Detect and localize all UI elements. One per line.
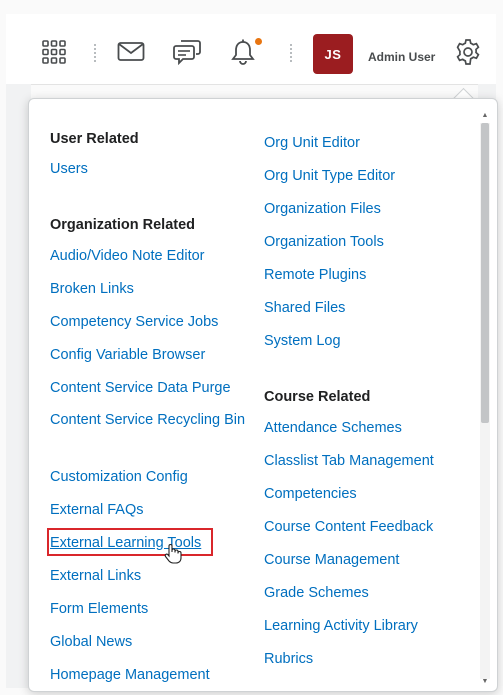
menu-link-homepage-management[interactable]: Homepage Management	[50, 665, 210, 685]
heading-user-related: User Related	[50, 131, 139, 147]
menu-link-external-links[interactable]: External Links	[50, 566, 141, 586]
apps-grid-icon[interactable]	[38, 37, 70, 67]
menu-link-customization-config[interactable]: Customization Config	[50, 467, 188, 487]
menu-link-content-service-data-purge[interactable]: Content Service Data Purge	[50, 378, 231, 398]
menu-scrollbar-thumb[interactable]	[481, 123, 489, 423]
menu-link-external-faqs[interactable]: External FAQs	[50, 500, 143, 520]
menu-link-organization-tools[interactable]: Organization Tools	[264, 232, 384, 252]
menu-link-attendance-schemes[interactable]: Attendance Schemes	[264, 418, 402, 438]
gear-icon[interactable]	[452, 37, 484, 67]
menu-link-users[interactable]: Users	[50, 159, 88, 179]
admin-tools-dropdown: User Related Users Organization Related …	[28, 98, 498, 692]
scroll-up-arrow-icon[interactable]: ▲	[480, 111, 490, 121]
menu-link-system-log[interactable]: System Log	[264, 331, 341, 351]
menu-link-grade-schemes[interactable]: Grade Schemes	[264, 583, 369, 603]
menu-link-remote-plugins[interactable]: Remote Plugins	[264, 265, 366, 285]
menu-link-global-news[interactable]: Global News	[50, 632, 132, 652]
menu-link-organization-files[interactable]: Organization Files	[264, 199, 381, 219]
menu-link-content-service-recycling-bin[interactable]: Content Service Recycling Bin	[50, 409, 246, 432]
top-navbar: JS Admin User	[6, 14, 496, 85]
notification-badge	[255, 38, 262, 45]
menu-link-course-content-feedback[interactable]: Course Content Feedback	[264, 517, 433, 537]
menu-link-config-variable-browser[interactable]: Config Variable Browser	[50, 345, 205, 365]
menu-link-form-elements[interactable]: Form Elements	[50, 599, 148, 619]
user-name[interactable]: Admin User	[368, 50, 435, 64]
menu-link-shared-files[interactable]: Shared Files	[264, 298, 345, 318]
screenshot-frame: JS Admin User User Related Users Organiz…	[0, 0, 503, 695]
menu-link-org-unit-editor[interactable]: Org Unit Editor	[264, 133, 360, 153]
menu-link-broken-links[interactable]: Broken Links	[50, 279, 134, 299]
scroll-down-arrow-icon[interactable]: ▼	[480, 677, 490, 687]
menu-link-audio-video-note-editor[interactable]: Audio/Video Note Editor	[50, 246, 205, 266]
menu-link-course-management[interactable]: Course Management	[264, 550, 399, 570]
menu-link-classlist-tab-management[interactable]: Classlist Tab Management	[264, 451, 434, 471]
nav-separator	[290, 44, 294, 62]
menu-link-competencies[interactable]: Competencies	[264, 484, 357, 504]
menu-link-learning-activity-library[interactable]: Learning Activity Library	[264, 616, 418, 636]
menu-link-competency-service-jobs[interactable]: Competency Service Jobs	[50, 312, 218, 332]
nav-separator	[94, 44, 98, 62]
mail-icon[interactable]	[115, 37, 147, 67]
heading-course-related: Course Related	[264, 389, 371, 405]
heading-organization-related: Organization Related	[50, 217, 196, 233]
chat-icon[interactable]	[171, 37, 203, 67]
hand-cursor-icon	[164, 544, 182, 564]
menu-link-rubrics[interactable]: Rubrics	[264, 649, 313, 669]
avatar[interactable]: JS	[313, 34, 353, 74]
menu-link-org-unit-type-editor[interactable]: Org Unit Type Editor	[264, 166, 395, 186]
